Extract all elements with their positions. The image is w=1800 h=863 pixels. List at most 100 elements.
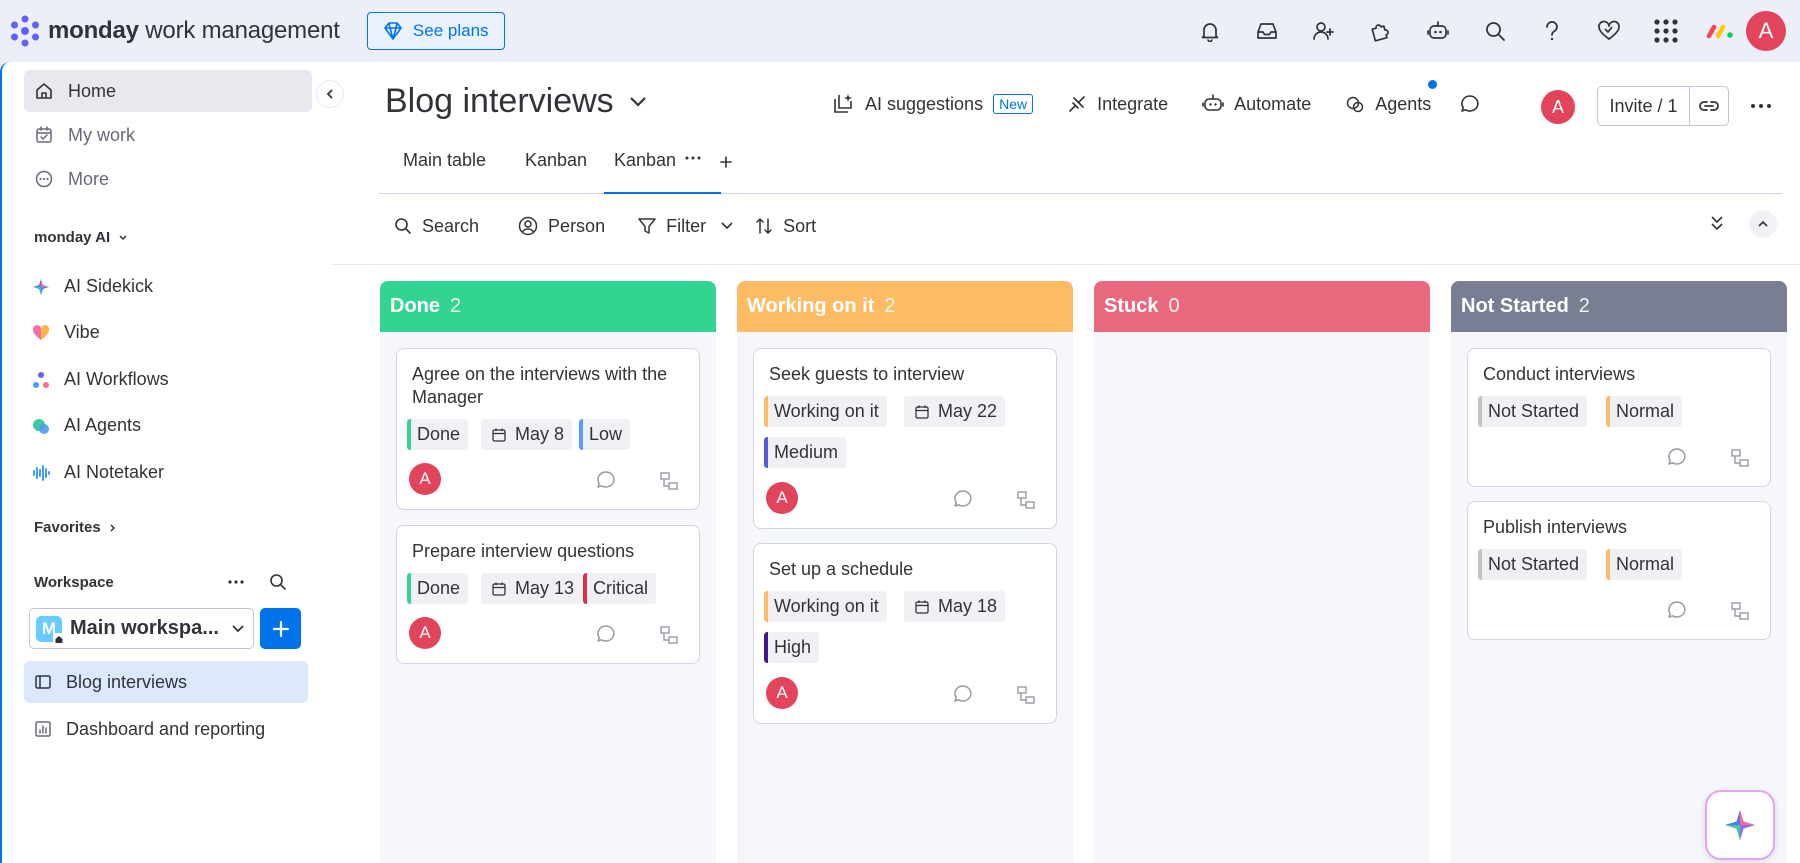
comment-icon[interactable] [1666,599,1688,621]
monday-ai-section[interactable]: monday AI [34,229,128,246]
person-filter-button[interactable]: Person [517,215,605,237]
sidebar-item-my-work[interactable]: My work [24,114,312,156]
help-button[interactable] [1523,11,1580,51]
agents-button[interactable]: Agents [1345,79,1438,115]
automate-button[interactable]: Automate [1202,94,1311,115]
subitems-icon[interactable] [1730,601,1750,621]
kanban-card[interactable]: Publish interviews Not Started Normal [1467,501,1771,640]
inbox-button[interactable] [1238,11,1295,51]
board-owner-avatar[interactable]: A [1541,90,1575,124]
add-person-icon [1312,22,1334,40]
board-more-button[interactable] [1749,96,1773,116]
monday-logo[interactable]: monday work management [8,14,340,48]
column-header[interactable]: Stuck 0 [1094,281,1430,332]
ai-bot-button[interactable] [1409,11,1466,51]
sidebar-item-ai-workflows[interactable]: AI Workflows [32,369,169,390]
subitems-icon[interactable] [659,471,679,491]
collapse-header-button[interactable] [1749,210,1777,238]
subitems-icon[interactable] [1016,490,1036,510]
status-chip[interactable]: Not Started [1478,396,1588,427]
ai-suggestions-button[interactable]: AI suggestions New [831,92,1034,116]
tab-main-table[interactable]: Main table [403,144,486,194]
tab-kanban-2[interactable]: Kanban [604,144,721,194]
kanban-card[interactable]: Set up a schedule Working on it May 18 H… [753,543,1057,724]
status-chip[interactable]: Working on it [764,396,887,427]
column-header[interactable]: Done 2 [380,281,716,332]
integrate-button[interactable]: Integrate [1067,94,1168,115]
updates-button[interactable] [1459,93,1481,115]
kanban-card[interactable]: Prepare interview questions Done May 13 … [396,525,700,664]
filter-button[interactable]: Filter [637,216,706,237]
comment-icon[interactable] [1666,446,1688,468]
apps-button[interactable] [1352,11,1409,51]
subitems-icon[interactable] [659,625,679,645]
card-owner-avatar[interactable]: A [766,677,798,709]
filter-dropdown-button[interactable] [720,221,734,231]
add-view-button[interactable] [718,154,734,170]
date-chip[interactable]: May 22 [904,396,1006,427]
see-plans-button[interactable]: See plans [366,12,505,50]
kanban-card[interactable]: Agree on the interviews with the Manager… [396,348,700,510]
comment-icon[interactable] [952,488,974,510]
collapse-sidebar-button[interactable] [316,80,344,108]
card-owner-avatar[interactable]: A [409,617,441,649]
user-avatar[interactable]: A [1746,11,1786,51]
date-chip[interactable]: May 8 [481,419,573,450]
workspace-more-button[interactable] [226,574,246,590]
copy-link-button[interactable] [1690,99,1728,113]
comment-icon[interactable] [952,683,974,705]
comment-icon[interactable] [595,623,617,645]
ai-suggestions-label: AI suggestions [865,93,984,114]
status-chip[interactable]: Done [407,419,469,450]
column-header[interactable]: Working on it 2 [737,281,1073,332]
priority-chip[interactable]: Normal [1606,549,1683,580]
add-workspace-item-button[interactable] [260,608,301,649]
monday-mark[interactable] [1694,11,1746,51]
grid-icon [1653,19,1678,43]
chevron-down-icon [232,624,244,632]
card-title: Seek guests to interview [769,364,965,384]
priority-chip[interactable]: Critical [583,573,657,604]
priority-chip[interactable]: High [764,632,820,663]
marketplace-button[interactable] [1580,11,1637,51]
sidebar-item-dashboard[interactable]: Dashboard and reporting [24,708,312,750]
tab-options-icon[interactable] [684,153,702,163]
column-header[interactable]: Not Started 2 [1451,281,1787,332]
priority-chip[interactable]: Normal [1606,396,1683,427]
status-chip[interactable]: Working on it [764,591,887,622]
subitems-icon[interactable] [1016,685,1036,705]
invite-members-button[interactable] [1295,11,1352,51]
invite-button[interactable]: Invite / 1 [1597,86,1729,126]
sidebar-item-ai-sidekick[interactable]: AI Sidekick [32,276,153,297]
notifications-button[interactable] [1181,11,1238,51]
workspace-selector[interactable]: M Main workspa... [29,608,254,649]
status-chip[interactable]: Not Started [1478,549,1588,580]
comment-icon[interactable] [595,469,617,491]
collapse-all-button[interactable] [1709,214,1725,232]
date-chip[interactable]: May 13 [481,573,583,604]
ai-sidekick-fab[interactable] [1705,790,1775,860]
search-button[interactable] [1466,11,1523,51]
sidebar-item-blog-interviews[interactable]: Blog interviews [24,661,308,703]
product-switcher-button[interactable] [1637,11,1694,51]
subitems-icon[interactable] [1730,448,1750,468]
kanban-card[interactable]: Conduct interviews Not Started Normal [1467,348,1771,487]
sidebar-item-ai-agents[interactable]: AI Agents [32,415,141,436]
kanban-card[interactable]: Seek guests to interview Working on it M… [753,348,1057,529]
tab-kanban-1[interactable]: Kanban [525,144,587,194]
card-owner-avatar[interactable]: A [409,463,441,495]
sidebar-item-more[interactable]: More [24,158,312,200]
search-button[interactable]: Search [393,216,479,237]
sort-button[interactable]: Sort [754,216,816,237]
card-owner-avatar[interactable]: A [766,482,798,514]
priority-chip[interactable]: Medium [764,437,847,468]
workspace-search-button[interactable] [268,572,288,592]
status-chip[interactable]: Done [407,573,469,604]
sidebar-item-vibe[interactable]: Vibe [32,322,100,343]
board-title[interactable]: Blog interviews [385,82,648,121]
sidebar-item-home[interactable]: Home [24,70,312,112]
priority-chip[interactable]: Low [579,419,631,450]
sidebar-item-ai-notetaker[interactable]: AI Notetaker [32,462,164,483]
favorites-section[interactable]: Favorites [34,519,117,536]
date-chip[interactable]: May 18 [904,591,1006,622]
